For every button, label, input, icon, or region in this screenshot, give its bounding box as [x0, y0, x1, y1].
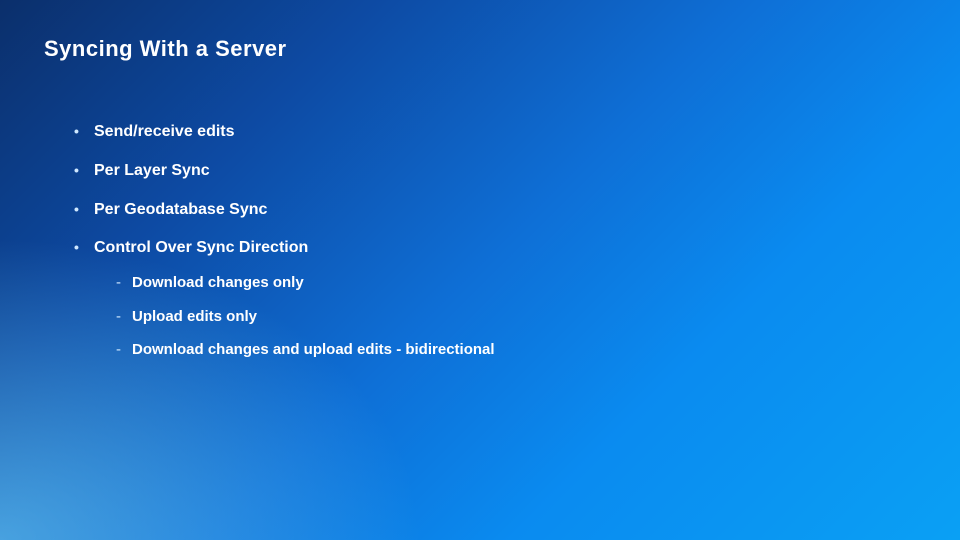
bullet-item: Per Layer Sync — [74, 161, 916, 182]
bullet-text: Control Over Sync Direction — [94, 239, 308, 256]
sub-bullet-text: Upload edits only — [132, 308, 257, 325]
sub-bullet-list: Download changes only Upload edits only … — [116, 273, 916, 360]
sub-bullet-text: Download changes and upload edits - bidi… — [132, 341, 495, 358]
sub-bullet-item: Download changes only — [116, 273, 916, 293]
sub-bullet-item: Download changes and upload edits - bidi… — [116, 340, 916, 360]
bullet-text: Per Geodatabase Sync — [94, 201, 267, 218]
bullet-text: Per Layer Sync — [94, 162, 210, 179]
slide-title: Syncing With a Server — [44, 36, 916, 62]
slide: Syncing With a Server Send/receive edits… — [0, 0, 960, 540]
sub-bullet-text: Download changes only — [132, 274, 304, 291]
bullet-item: Per Geodatabase Sync — [74, 200, 916, 221]
sub-bullet-item: Upload edits only — [116, 307, 916, 327]
bullet-item: Send/receive edits — [74, 122, 916, 143]
bullet-list: Send/receive edits Per Layer Sync Per Ge… — [74, 122, 916, 360]
bullet-text: Send/receive edits — [94, 123, 235, 140]
bullet-item: Control Over Sync Direction Download cha… — [74, 238, 916, 359]
